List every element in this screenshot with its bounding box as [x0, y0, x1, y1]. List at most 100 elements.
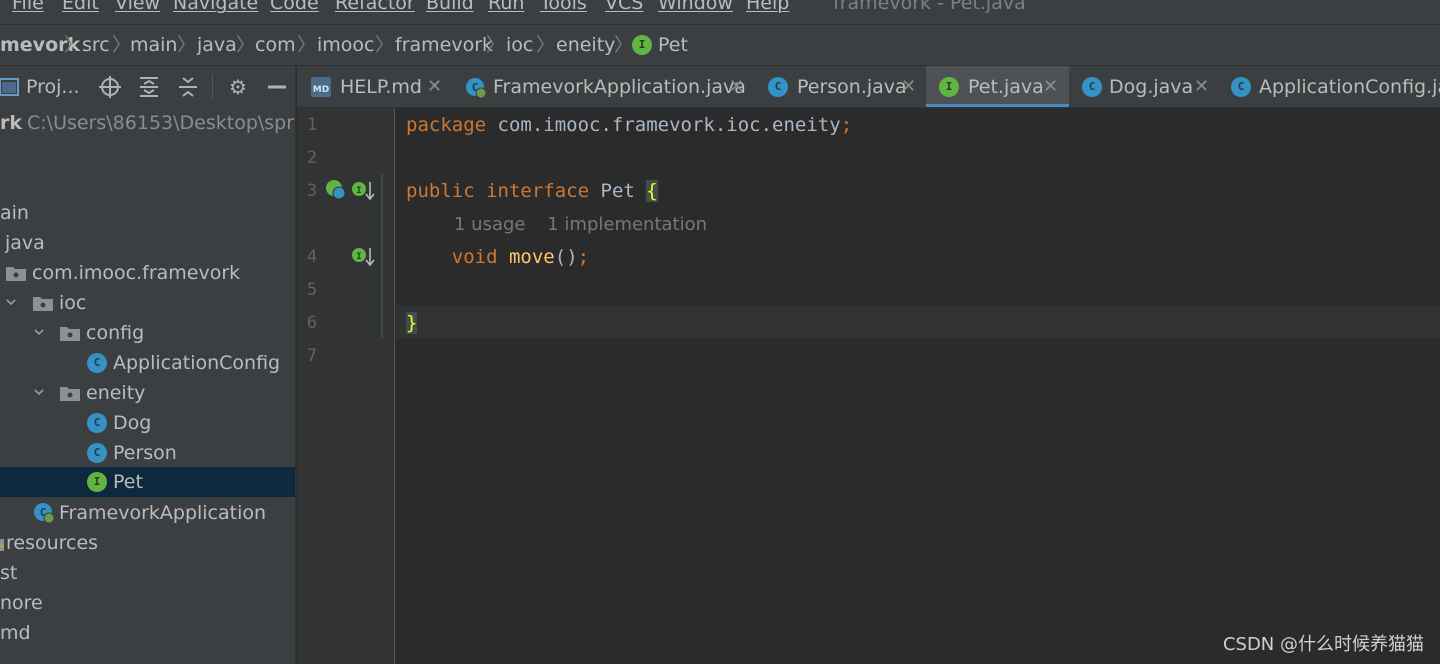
package-folder-icon — [33, 297, 53, 311]
tree-item-java[interactable]: java — [0, 228, 295, 258]
project-root-row[interactable]: rk C:\Users\86153\Desktop\spring — [0, 108, 295, 138]
tree-item-eneity[interactable]: eneity — [0, 378, 295, 408]
tree-item-package-framevork[interactable]: com.imooc.framevork — [0, 258, 295, 288]
implementations-hint[interactable]: 1 implementation — [547, 214, 707, 235]
code-line-6[interactable]: } — [406, 307, 418, 340]
interface-icon: I — [87, 472, 107, 492]
project-view-icon[interactable] — [0, 78, 20, 96]
tree-item-person[interactable]: C Person — [0, 438, 295, 468]
breadcrumb-eneity[interactable]: eneity — [556, 25, 615, 65]
gear-icon[interactable]: ⚙ — [226, 75, 250, 99]
svg-text:I: I — [356, 186, 361, 196]
tab-help-md[interactable]: MD HELP.md ✕ — [297, 66, 449, 107]
menu-code[interactable]: Code — [270, 0, 319, 15]
tree-item-ioc[interactable]: ioc — [0, 288, 295, 318]
expand-all-icon[interactable] — [137, 75, 161, 99]
fold-region-marker[interactable] — [381, 174, 383, 338]
tree-item-label: md — [0, 622, 31, 644]
close-icon[interactable]: ✕ — [1043, 66, 1058, 107]
caret-row-highlight — [396, 305, 1440, 338]
brace: { — [646, 180, 658, 202]
tree-item-framevorkapplication[interactable]: C FramevorkApplication — [0, 498, 295, 528]
chevron-down-icon[interactable] — [34, 387, 44, 397]
class-icon: C — [87, 443, 107, 463]
breadcrumb-ioc[interactable]: ioc — [506, 25, 533, 65]
parens: () — [554, 246, 578, 268]
package-folder-icon — [60, 327, 80, 341]
implemented-gutter-icon[interactable]: I — [351, 246, 375, 268]
editor-gutter[interactable]: 1 2 3 4 5 6 7 I I — [297, 108, 395, 664]
tree-item-label: Pet — [113, 471, 143, 493]
tab-framevorkapplication[interactable]: C FramevorkApplication.java ✕ — [452, 66, 752, 107]
minimize-icon[interactable] — [265, 75, 289, 99]
breadcrumb-src[interactable]: src — [82, 25, 110, 65]
code-line-3[interactable]: public interface Pet { — [406, 175, 658, 208]
menu-view[interactable]: View — [115, 0, 160, 15]
menu-tools[interactable]: Tools — [540, 0, 587, 15]
close-icon[interactable]: ✕ — [901, 66, 916, 107]
menu-navigate[interactable]: Navigate — [173, 0, 258, 15]
menu-build[interactable]: Build — [426, 0, 474, 15]
project-panel-title[interactable]: Proj... — [26, 66, 80, 108]
tree-item-test[interactable]: st — [0, 558, 295, 588]
line-number: 7 — [306, 346, 318, 366]
spring-bean-gutter-icon[interactable] — [325, 179, 347, 201]
chevron-right-icon: 〉 — [297, 34, 317, 56]
tree-item-applicationconfig[interactable]: C ApplicationConfig — [0, 348, 295, 378]
tree-item-pet[interactable]: I Pet — [0, 467, 295, 497]
package-folder-icon — [6, 267, 26, 281]
tree-item-gitignore[interactable]: nore — [0, 588, 295, 618]
menu-file[interactable]: File — [12, 0, 44, 15]
tree-item-help-md[interactable]: md — [0, 618, 295, 648]
collapse-all-icon[interactable] — [176, 75, 200, 99]
spring-app-icon: C — [466, 78, 487, 99]
usages-hint[interactable]: 1 usage — [454, 214, 526, 235]
tree-item-label: ioc — [59, 292, 87, 314]
tree-item-label: ain — [0, 202, 29, 224]
line-number: 5 — [306, 280, 318, 300]
close-icon[interactable]: ✕ — [427, 66, 442, 107]
close-icon[interactable]: ✕ — [729, 66, 744, 107]
code-editor[interactable]: package com.imooc.framevork.ioc.eneity; … — [396, 108, 1440, 664]
interface-icon: I — [939, 77, 959, 97]
line-number: 6 — [306, 313, 318, 333]
breadcrumb-com[interactable]: com — [255, 25, 296, 65]
chevron-right-icon: 〉 — [536, 34, 556, 56]
menu-help[interactable]: Help — [746, 0, 789, 15]
close-icon[interactable]: ✕ — [1194, 66, 1209, 107]
tab-pet[interactable]: I Pet.java ✕ — [926, 66, 1069, 107]
code-line-4[interactable]: void move(); — [406, 241, 589, 274]
breadcrumb-java[interactable]: java — [197, 25, 237, 65]
implemented-gutter-icon[interactable]: I — [351, 180, 375, 202]
breadcrumb: mevork 〉 src 〉 main 〉 java 〉 com 〉 imooc… — [0, 24, 1440, 66]
chevron-down-icon[interactable] — [34, 327, 44, 337]
tree-item-label: config — [86, 322, 145, 344]
breadcrumb-framevork[interactable]: framevork — [395, 25, 493, 65]
code-line-1[interactable]: package com.imooc.framevork.ioc.eneity; — [406, 109, 852, 142]
menu-edit[interactable]: Edit — [62, 0, 99, 15]
menu-refactor[interactable]: Refactor — [335, 0, 415, 15]
class-icon: C — [87, 353, 107, 373]
menu-window[interactable]: Window — [658, 0, 733, 15]
tab-person[interactable]: C Person.java ✕ — [755, 66, 923, 107]
project-tool-window: Proj... ⚙ rk C:\Users\86153\Desktop\spri… — [0, 66, 296, 664]
tree-item-resources[interactable]: resources — [0, 528, 295, 558]
menu-vcs[interactable]: VCS — [605, 0, 643, 15]
tree-item-dog[interactable]: C Dog — [0, 408, 295, 438]
tab-label: HELP.md — [340, 76, 422, 98]
breadcrumb-main[interactable]: main — [130, 25, 177, 65]
tab-label: Dog.java — [1109, 76, 1194, 98]
keyword: interface — [486, 180, 590, 202]
tab-dog[interactable]: C Dog.java ✕ — [1072, 66, 1220, 107]
tab-applicationconfig[interactable]: C ApplicationConfig.java — [1223, 66, 1440, 107]
locate-file-icon[interactable] — [98, 75, 122, 99]
breadcrumb-pet[interactable]: Pet — [658, 25, 688, 65]
package-name: com.imooc.framevork.ioc.eneity — [486, 114, 841, 136]
tree-item-config[interactable]: config — [0, 318, 295, 348]
breadcrumb-imooc[interactable]: imooc — [317, 25, 374, 65]
package-folder-icon — [60, 387, 80, 401]
menu-run[interactable]: Run — [488, 0, 524, 15]
spring-app-icon: C — [34, 503, 55, 524]
chevron-down-icon[interactable] — [6, 297, 16, 307]
tree-item-main[interactable]: ain — [0, 198, 295, 228]
